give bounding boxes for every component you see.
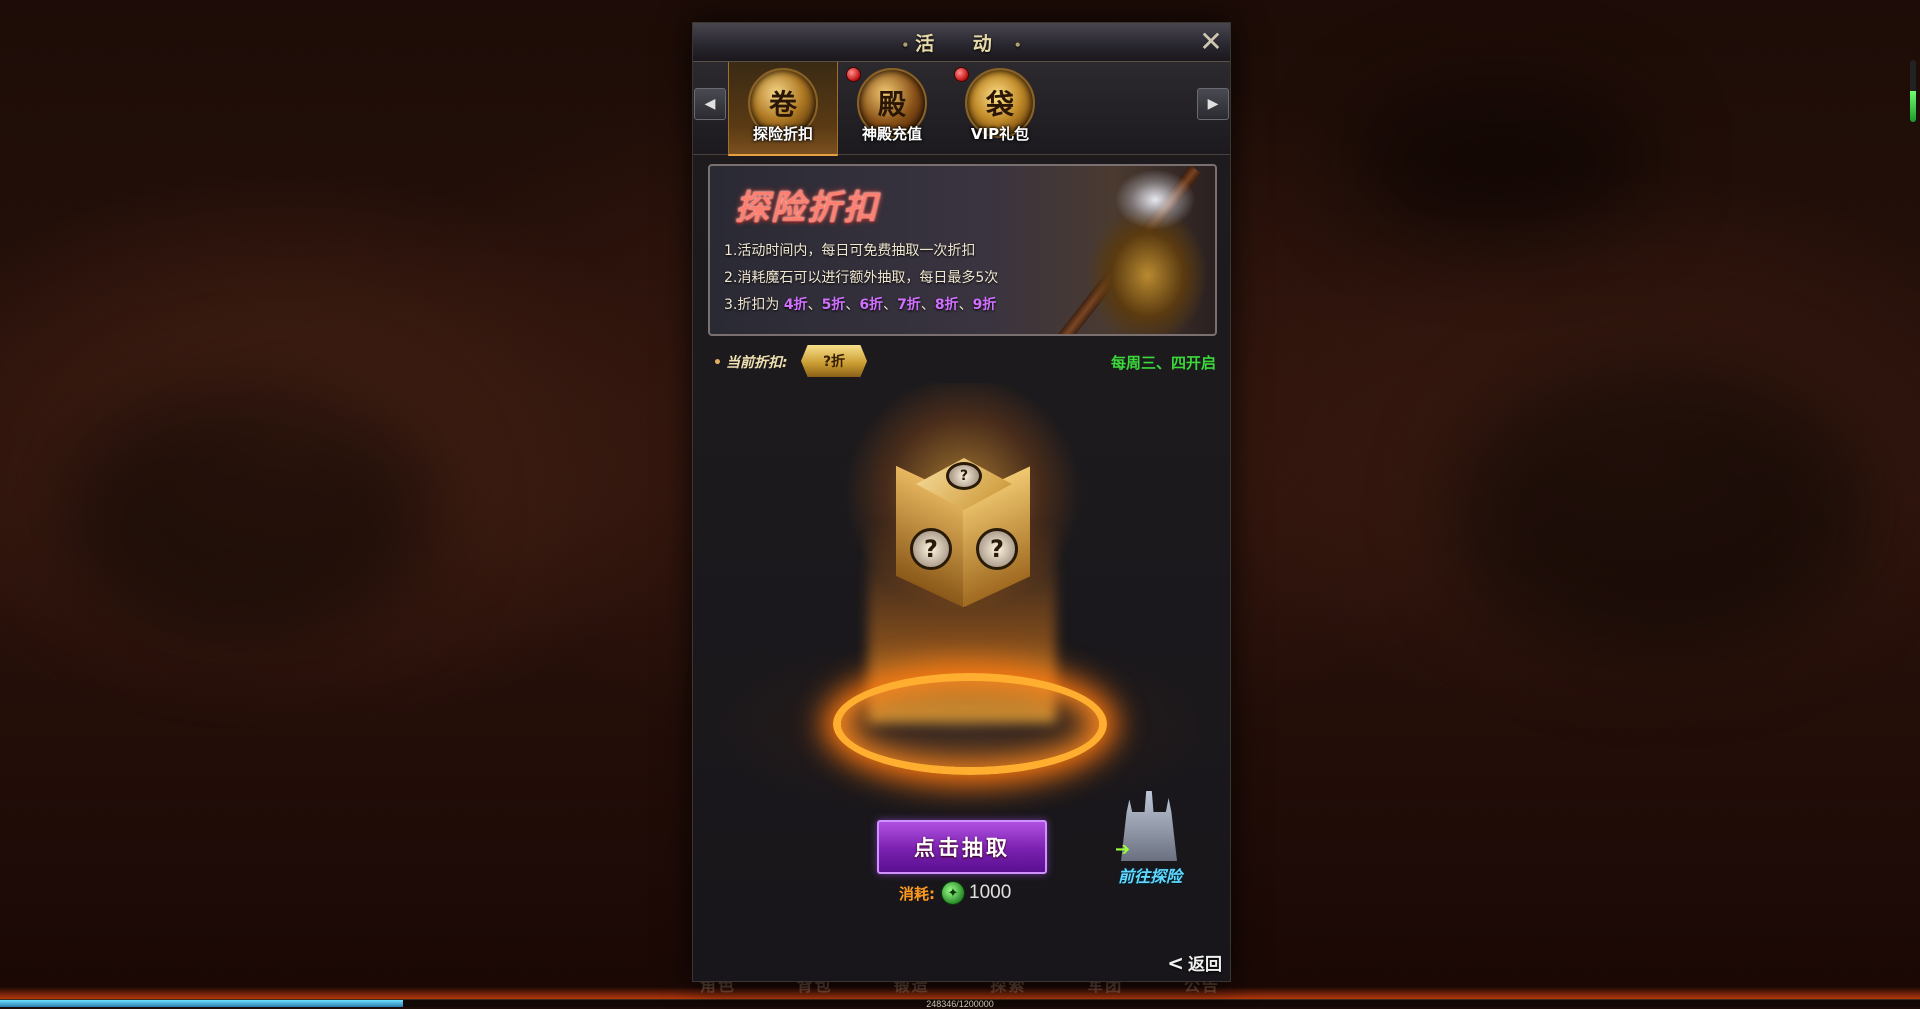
question-mark-icon: ? [976,528,1018,570]
discount-value: 9折 [972,297,997,313]
close-button[interactable]: ✕ [1196,24,1226,58]
rule-3: 3.折扣为 4折、5折、6折、7折、8折、9折 [724,297,997,313]
background-shadow [1450,360,1870,660]
exp-bar: 248346/1200000 [0,999,1920,1009]
tab-next-button[interactable]: ▶ [1197,88,1229,120]
background-shadow [60,380,440,640]
tab-list: 卷 探险折扣 殿 神殿充值 袋 VIP礼包 [728,62,1054,156]
discount-value: 8折 [934,297,959,313]
discount-value: 5折 [821,297,846,313]
rule-2: 2.消耗魔石可以进行额外抽取，每日最多5次 [724,270,999,286]
event-banner: 探险折扣 1.活动时间内，每日可免费抽取一次折扣 2.消耗魔石可以进行额外抽取，… [708,164,1217,336]
explore-label: 前往探险 [1117,867,1182,886]
scroll-thumb[interactable] [1910,91,1916,122]
question-mark-icon: ? [946,462,982,490]
question-mark-icon: ? [910,528,952,570]
magic-stone-icon: ✦ [941,881,965,905]
chevron-left-icon: < [1167,951,1184,975]
cost-value: 1000 [969,882,1012,903]
activity-panel: • 活 动 • ✕ ◀ 卷 探险折扣 殿 神殿充值 袋 VIP礼包 ▶ 探险折扣… [692,22,1231,982]
discount-value: 6折 [859,297,884,313]
close-icon: ✕ [1199,24,1223,58]
discount-value: 7折 [897,297,921,313]
tab-temple-recharge[interactable]: 殿 神殿充值 [838,62,946,154]
exp-text: 248346/1200000 [926,999,994,1009]
notification-dot [954,67,969,82]
arrow-right-icon: ➔ [1115,839,1131,860]
tab-adventure-discount[interactable]: 卷 探险折扣 [728,62,838,156]
hero-portrait [1065,166,1215,334]
tab-label: 探险折扣 [752,125,813,143]
window-title: • 活 动 • [901,33,1022,55]
cost-label: 消耗: [899,884,935,903]
title-bar: • 活 动 • ✕ [693,23,1230,62]
go-explore-button[interactable]: ➔ 前往探险 [1107,791,1193,891]
discount-value: 4折 [783,297,808,313]
back-button[interactable]: < 返回 [1167,950,1222,975]
notification-dot [846,67,861,82]
rule-1: 1.活动时间内，每日可免费抽取一次折扣 [724,243,976,259]
tab-prev-button[interactable]: ◀ [694,88,726,120]
tab-label: VIP礼包 [970,125,1030,143]
glowing-ring [833,673,1107,775]
draw-button[interactable]: 点击抽取 [877,820,1047,874]
tab-label: 神殿充值 [861,125,922,143]
mystery-cube-stage: ? ? ? [693,383,1230,823]
arrow-left-icon: ◀ [704,96,716,112]
tab-vip-gift[interactable]: 袋 VIP礼包 [946,62,1054,154]
status-row: 当前折扣: ?折 每周三、四开启 [713,343,1216,379]
current-discount-badge: ?折 [801,345,867,377]
back-label: 返回 [1188,955,1222,975]
cost-row: 消耗: ✦ 1000 [899,881,1011,905]
background-shadow [1350,80,1650,240]
scroll-indicator[interactable] [1910,60,1916,122]
tab-bar: ◀ 卷 探险折扣 殿 神殿充值 袋 VIP礼包 ▶ [693,62,1230,156]
rules-list: 1.活动时间内，每日可免费抽取一次折扣 2.消耗魔石可以进行额外抽取，每日最多5… [724,238,998,319]
mystery-cube[interactable]: ? ? ? [888,458,1038,609]
schedule-text: 每周三、四开启 [1110,354,1216,372]
current-discount-label: 当前折扣: [713,352,788,372]
arrow-right-icon: ▶ [1207,96,1219,112]
banner-title: 探险折扣 [735,188,879,228]
